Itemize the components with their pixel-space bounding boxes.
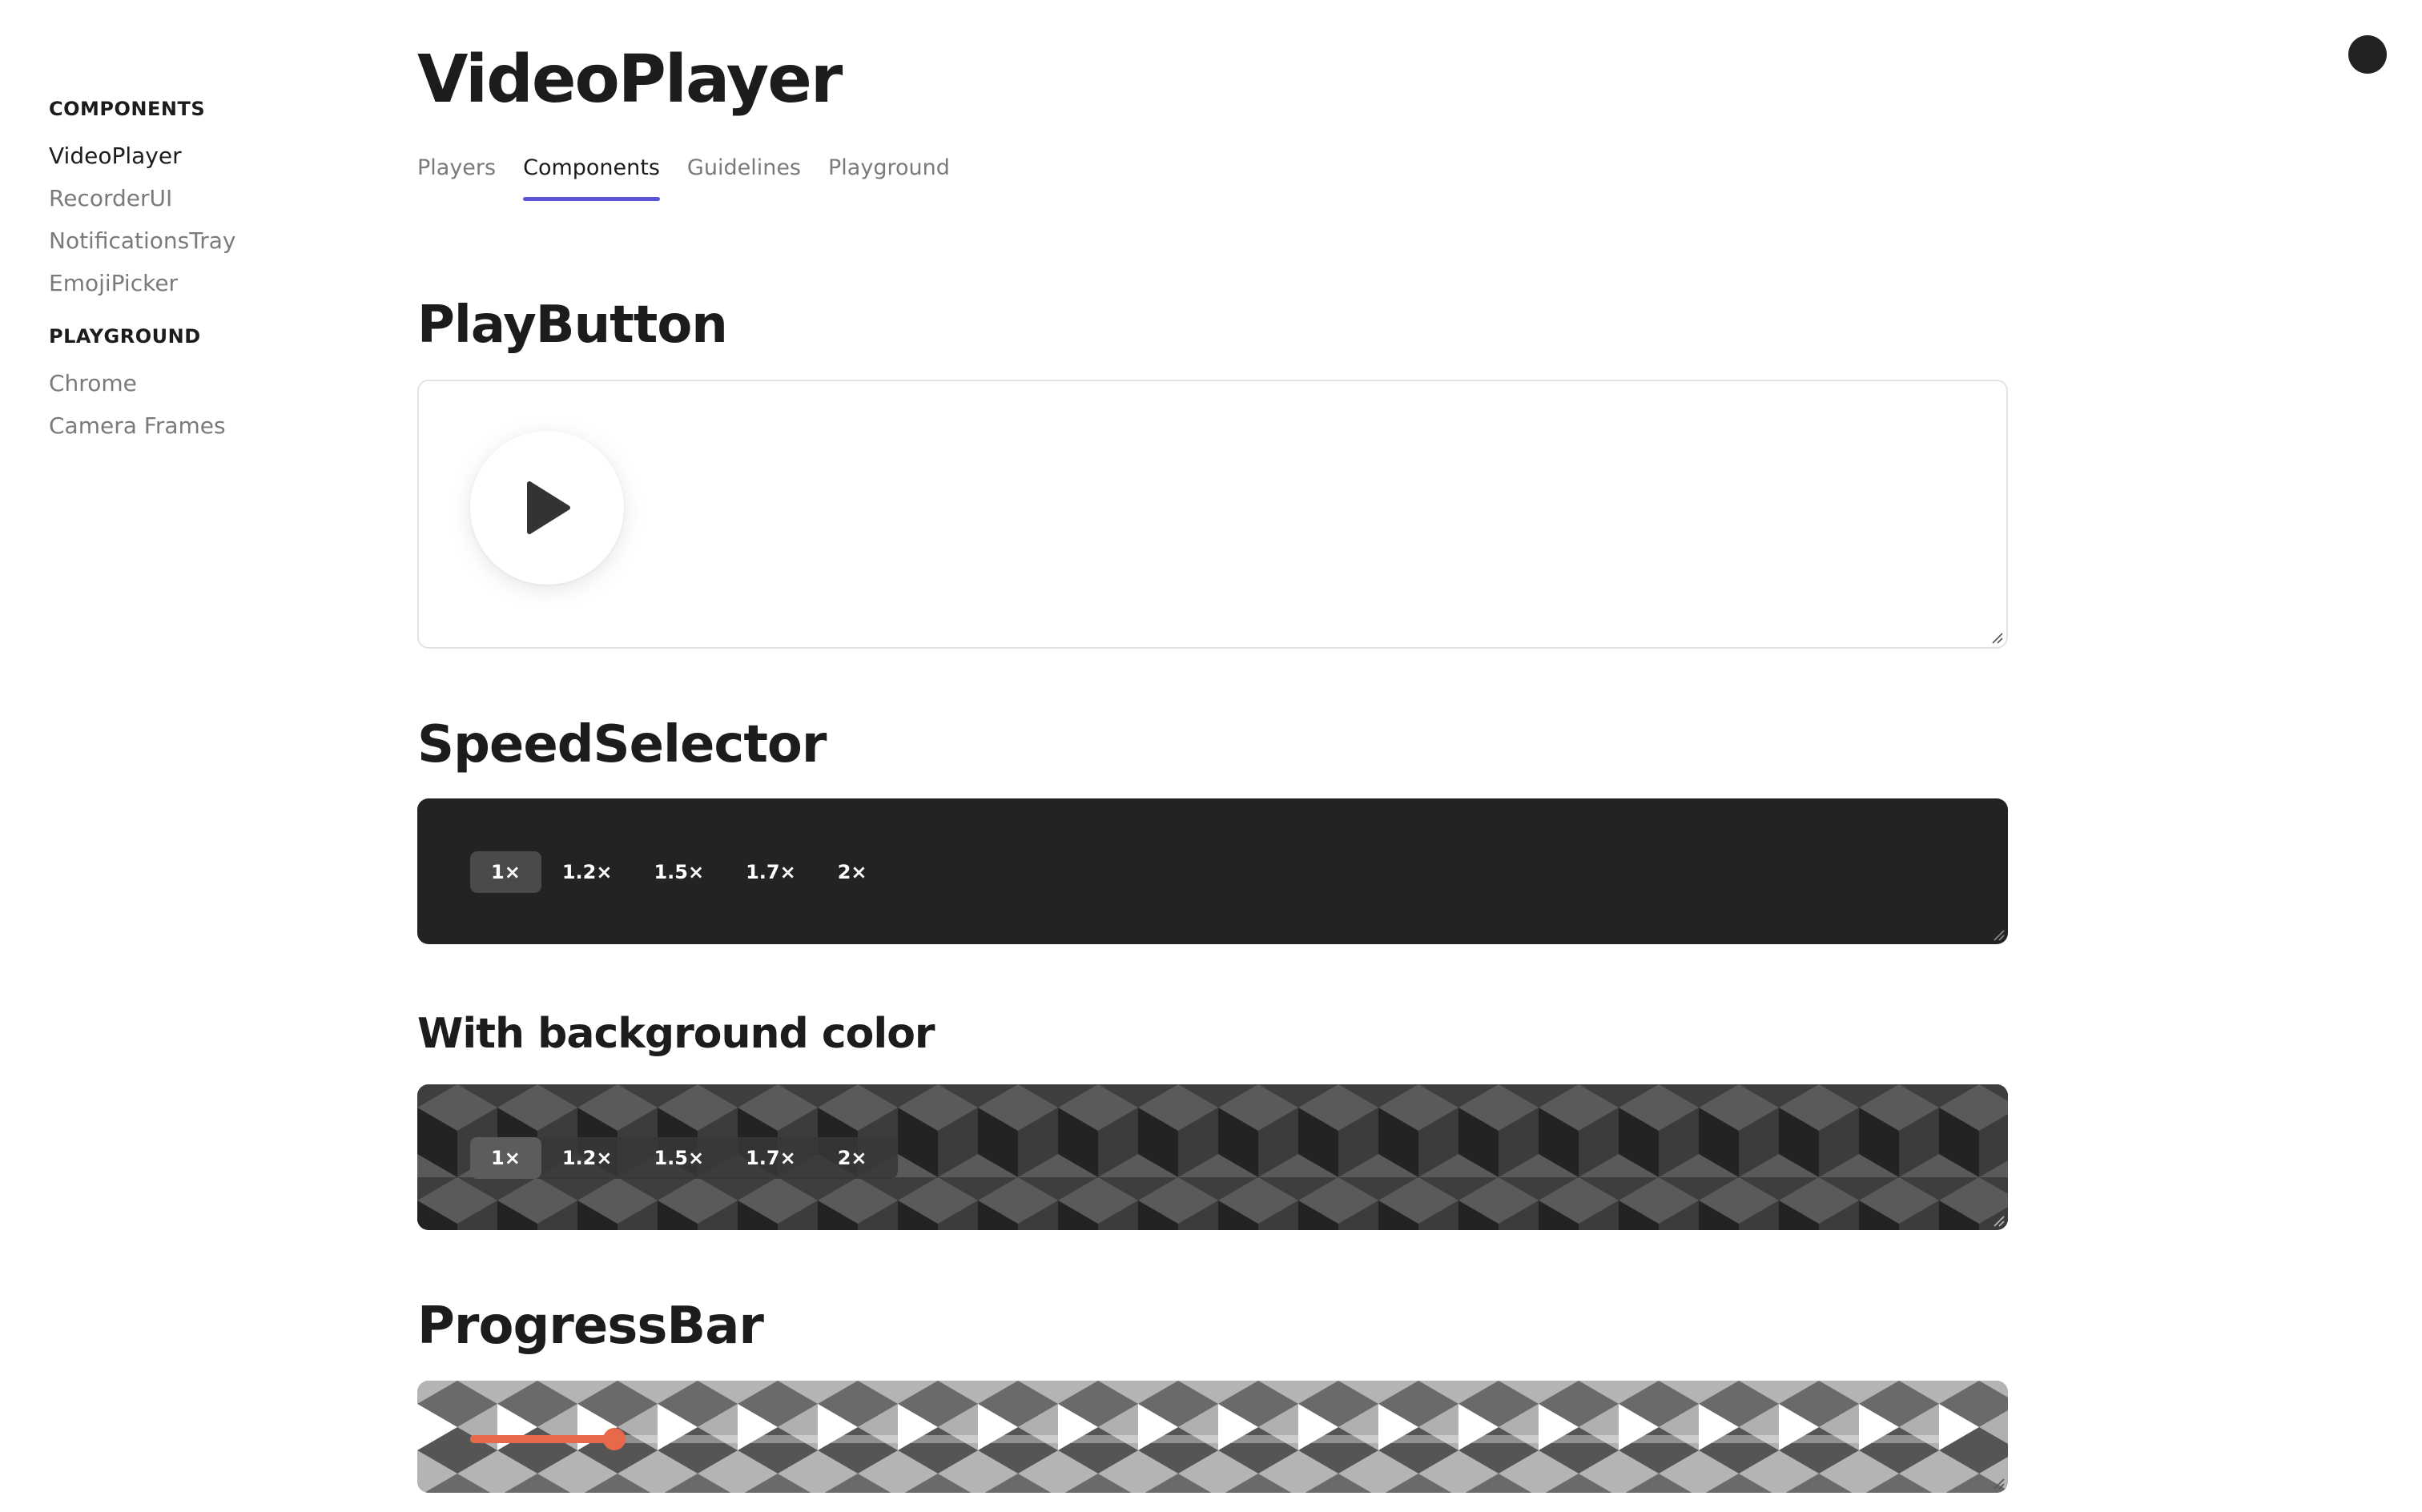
- speed-option-1-7x[interactable]: 1.7×: [725, 1137, 817, 1179]
- play-icon: [527, 481, 570, 534]
- section-title-playbutton: PlayButton: [417, 296, 728, 355]
- tab-players[interactable]: Players: [417, 151, 496, 203]
- page-title: VideoPlayer: [417, 42, 843, 118]
- tab-bar: Players Components Guidelines Playground: [417, 151, 950, 203]
- tab-playground[interactable]: Playground: [828, 151, 950, 203]
- speed-option-2x[interactable]: 2×: [817, 1137, 888, 1179]
- speed-option-1-2x[interactable]: 1.2×: [541, 851, 634, 893]
- play-button[interactable]: [470, 431, 624, 585]
- sidebar-item-notificationstray[interactable]: NotificationsTray: [49, 219, 369, 262]
- tab-guidelines[interactable]: Guidelines: [687, 151, 801, 203]
- speedselector-bg-demo-box: 1× 1.2× 1.5× 1.7× 2×: [417, 1084, 2008, 1230]
- sidebar-heading-playground: PLAYGROUND: [49, 325, 201, 348]
- speed-selector: 1× 1.2× 1.5× 1.7× 2×: [470, 851, 898, 893]
- sidebar-nav: COMPONENTS VideoPlayer RecorderUI Notifi…: [49, 94, 369, 447]
- profile-dot-icon[interactable]: [2348, 35, 2387, 74]
- sidebar-item-videoplayer[interactable]: VideoPlayer: [49, 135, 369, 177]
- tab-components[interactable]: Components: [523, 151, 660, 203]
- sidebar-item-chrome[interactable]: Chrome: [49, 362, 369, 404]
- speed-option-1-7x[interactable]: 1.7×: [725, 851, 817, 893]
- sidebar-item-recorderui[interactable]: RecorderUI: [49, 177, 369, 219]
- progress-track[interactable]: [470, 1428, 1955, 1450]
- progress-thumb[interactable]: [602, 1428, 626, 1450]
- sidebar-item-camera-frames[interactable]: Camera Frames: [49, 404, 369, 447]
- sidebar-item-emojipicker[interactable]: EmojiPicker: [49, 262, 369, 304]
- speed-option-2x[interactable]: 2×: [817, 851, 888, 893]
- speedselector-demo-box: 1× 1.2× 1.5× 1.7× 2×: [417, 798, 2008, 944]
- speed-option-1-5x[interactable]: 1.5×: [633, 1137, 725, 1179]
- section-title-with-background: With background color: [417, 1010, 935, 1058]
- speed-option-1x[interactable]: 1×: [470, 851, 541, 893]
- sidebar-group-components: COMPONENTS VideoPlayer RecorderUI Notifi…: [49, 94, 369, 304]
- playbutton-demo-box: [417, 380, 2008, 649]
- speed-option-1-2x[interactable]: 1.2×: [541, 1137, 634, 1179]
- speed-selector-with-bg: 1× 1.2× 1.5× 1.7× 2×: [470, 1137, 898, 1179]
- section-title-speedselector: SpeedSelector: [417, 715, 827, 774]
- sidebar-heading-components: COMPONENTS: [49, 98, 206, 120]
- progress-fill: [470, 1435, 614, 1443]
- resize-grip-icon[interactable]: [1992, 928, 2005, 941]
- progressbar-demo-box: [417, 1381, 2008, 1493]
- speed-option-1-5x[interactable]: 1.5×: [633, 851, 725, 893]
- resize-grip-icon[interactable]: [1992, 1477, 2005, 1490]
- sidebar-group-playground: PLAYGROUND Chrome Camera Frames: [49, 322, 369, 447]
- resize-grip-icon[interactable]: [1990, 631, 2003, 644]
- resize-grip-icon[interactable]: [1992, 1214, 2005, 1227]
- section-title-progressbar: ProgressBar: [417, 1297, 764, 1356]
- speed-option-1x[interactable]: 1×: [470, 1137, 541, 1179]
